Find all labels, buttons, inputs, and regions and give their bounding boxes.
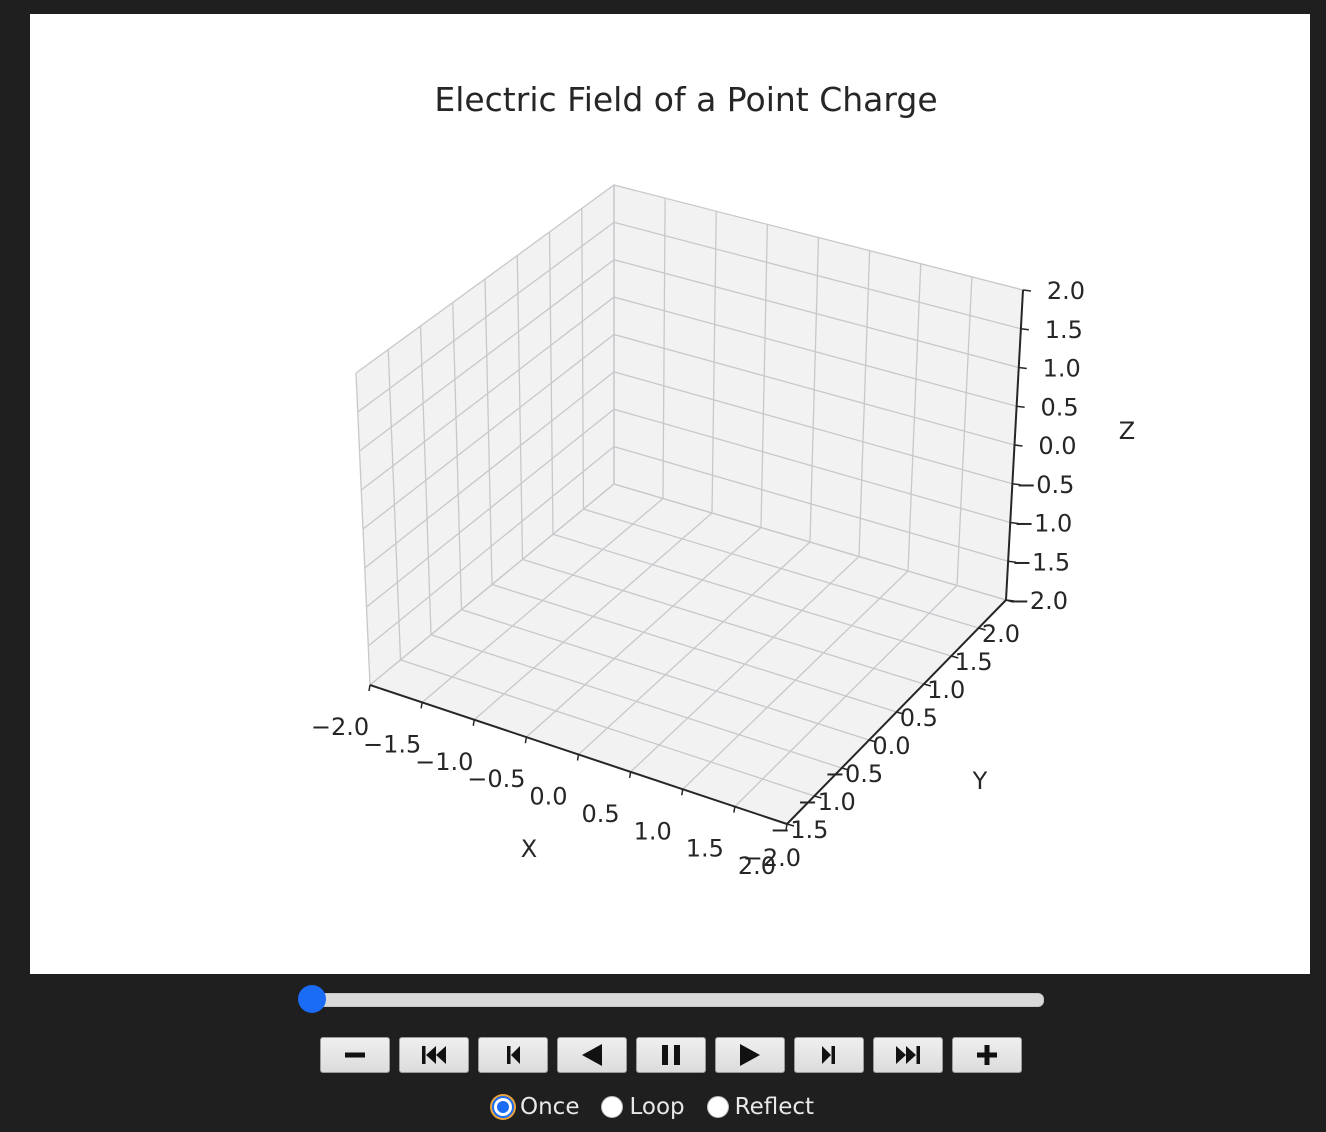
y-tick-label: −1.5 bbox=[770, 816, 828, 844]
x-tick bbox=[368, 684, 371, 692]
frame-slider[interactable] bbox=[298, 985, 1044, 1013]
reflect-radio[interactable] bbox=[706, 1096, 729, 1118]
y-tick-label: 1.0 bbox=[927, 676, 965, 704]
plus-icon bbox=[977, 1045, 997, 1065]
x-axis-title: X bbox=[521, 835, 537, 863]
pause-icon bbox=[662, 1045, 680, 1065]
loop-label: Loop bbox=[629, 1094, 685, 1120]
x-tick bbox=[472, 719, 475, 726]
pause-button[interactable] bbox=[636, 1037, 706, 1073]
y-tick-label: 0.5 bbox=[900, 704, 938, 732]
x-tick bbox=[576, 754, 580, 761]
last-frame-button[interactable] bbox=[873, 1037, 943, 1073]
mode-loop[interactable]: Loop bbox=[601, 1094, 685, 1120]
x-tick-label: −0.5 bbox=[467, 765, 525, 793]
z-tick bbox=[1016, 405, 1025, 408]
y-tick-label: 1.5 bbox=[954, 648, 992, 676]
slider-track[interactable] bbox=[306, 993, 1044, 1007]
step-back-icon bbox=[507, 1046, 520, 1064]
y-tick-label: 2.0 bbox=[982, 620, 1020, 648]
mode-once[interactable]: Once bbox=[492, 1094, 579, 1120]
x-tick bbox=[420, 702, 423, 709]
play-reverse-icon bbox=[582, 1044, 602, 1066]
loop-radio[interactable] bbox=[601, 1096, 624, 1118]
x-tick bbox=[524, 737, 528, 744]
x-tick bbox=[681, 789, 684, 796]
minus-icon bbox=[345, 1052, 365, 1058]
play-reverse-button[interactable] bbox=[557, 1037, 627, 1073]
x-tick-label: 1.5 bbox=[686, 835, 724, 863]
plot-figure: −2.0 −2.0 −2.0 −1.5 −1.5 −1.5 −1.0 −1.0 −1.0 −0.5… bbox=[30, 14, 1310, 974]
once-label: Once bbox=[520, 1094, 580, 1120]
x-tick-label: −2.0 bbox=[311, 713, 369, 741]
y-tick-label: −0.5 bbox=[825, 760, 883, 788]
z-tick-label: −1.0 bbox=[1014, 510, 1072, 538]
z-tick-label: −2.0 bbox=[1010, 587, 1068, 615]
x-tick bbox=[733, 806, 736, 813]
increase-speed-button[interactable] bbox=[952, 1037, 1022, 1073]
z-tick-label: 0.0 bbox=[1038, 432, 1076, 460]
x-tick bbox=[628, 771, 632, 778]
x-tick-label: −1.0 bbox=[415, 748, 473, 776]
z-tick-label: 1.0 bbox=[1043, 355, 1081, 383]
slider-thumb[interactable] bbox=[298, 985, 326, 1013]
play-button[interactable] bbox=[715, 1037, 785, 1073]
y-tick-label: 0.0 bbox=[872, 732, 910, 760]
z-axis-title: Z bbox=[1119, 417, 1135, 445]
play-icon bbox=[740, 1044, 760, 1066]
playback-controls bbox=[320, 1037, 1022, 1073]
first-frame-button[interactable] bbox=[399, 1037, 469, 1073]
mode-reflect[interactable]: Reflect bbox=[706, 1094, 815, 1120]
step-forward-icon bbox=[822, 1046, 835, 1064]
x-tick-label: −1.5 bbox=[363, 730, 421, 758]
z-tick bbox=[1018, 366, 1027, 370]
y-axis-title: Y bbox=[972, 767, 988, 795]
skip-to-start-icon bbox=[422, 1046, 446, 1064]
chart-3d-axes: −2.0−2.0−2.0−1.5−1.5−1.5−1.0−1.0−1.0−0.5… bbox=[311, 80, 1135, 880]
z-tick-label: 2.0 bbox=[1047, 277, 1085, 305]
z-tick-label: 0.5 bbox=[1040, 393, 1078, 421]
skip-to-end-icon bbox=[896, 1046, 920, 1064]
decrease-speed-button[interactable] bbox=[320, 1037, 390, 1073]
x-tick-label: 0.0 bbox=[529, 783, 567, 811]
x-tick-label: 0.5 bbox=[582, 800, 620, 828]
z-tick bbox=[1022, 289, 1032, 292]
z-tick-label: −1.5 bbox=[1012, 548, 1070, 576]
z-tick-label: 1.5 bbox=[1045, 316, 1083, 344]
x-tick-label: 2.0 bbox=[738, 852, 776, 880]
z-tick bbox=[1020, 328, 1029, 331]
loop-mode-selector: Once Loop Reflect bbox=[492, 1090, 836, 1124]
reflect-label: Reflect bbox=[734, 1094, 815, 1120]
next-frame-button[interactable] bbox=[794, 1037, 864, 1073]
z-tick bbox=[1014, 444, 1023, 447]
x-tick-label: 1.0 bbox=[634, 817, 672, 845]
y-tick-label: −1.0 bbox=[797, 788, 855, 816]
chart-title: Electric Field of a Point Charge bbox=[434, 80, 937, 119]
previous-frame-button[interactable] bbox=[478, 1037, 548, 1073]
z-tick-label: −0.5 bbox=[1016, 471, 1074, 499]
once-radio[interactable] bbox=[492, 1096, 514, 1118]
